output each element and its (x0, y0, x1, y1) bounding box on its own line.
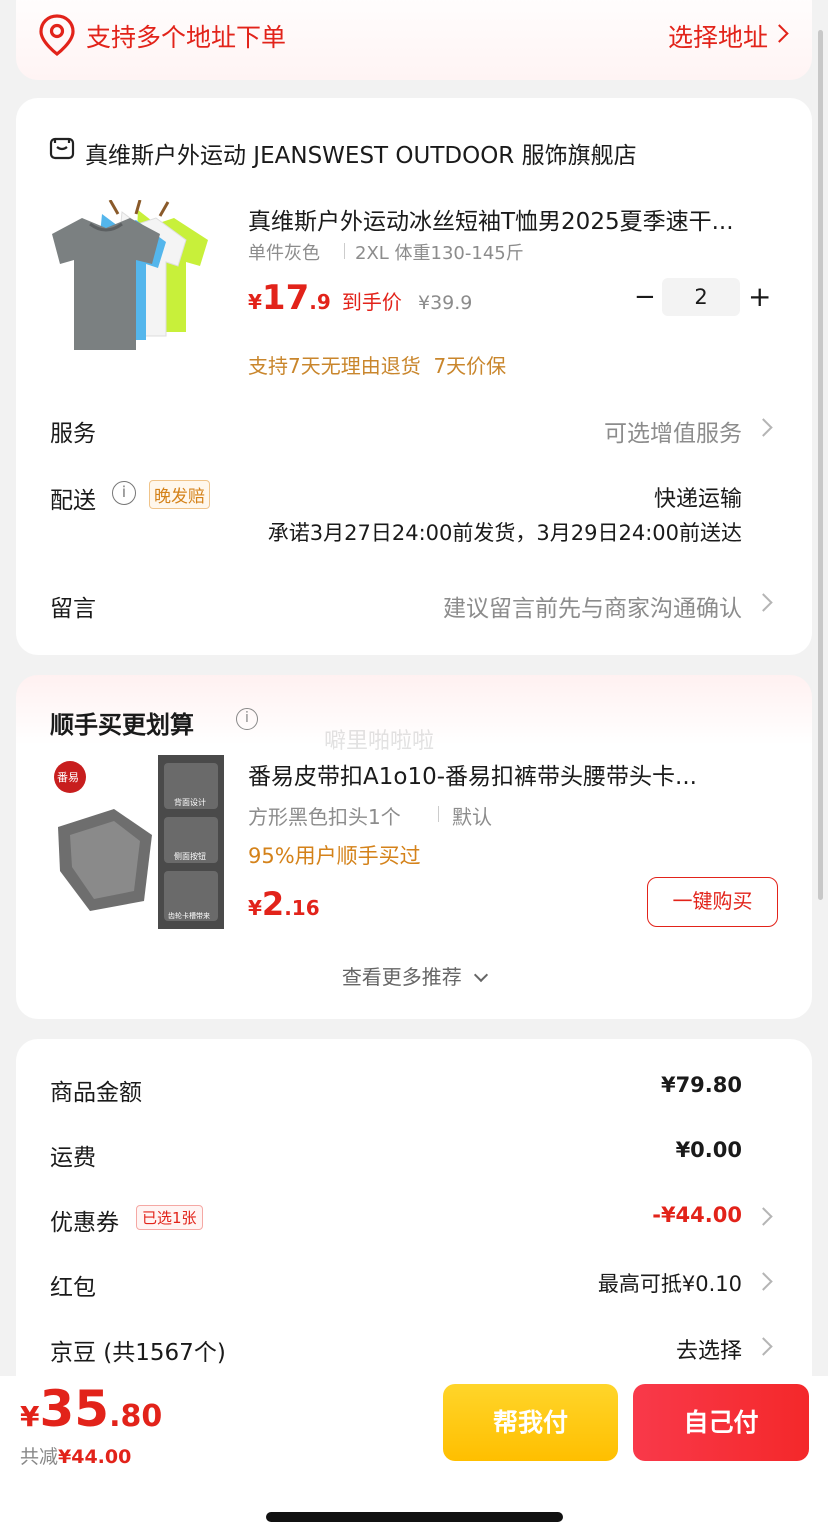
coupon-label: 优惠券 (50, 1210, 119, 1236)
payment-bar: ¥35.80 共减¥44.00 帮我付 自己付 (0, 1376, 828, 1538)
coupon-value[interactable]: -¥44.00 (652, 1203, 742, 1227)
spec-divider (344, 243, 345, 259)
chevron-right-icon (754, 1272, 773, 1291)
home-indicator (266, 1512, 563, 1522)
quantity-minus-button[interactable]: − (634, 282, 656, 312)
spec-divider (438, 806, 439, 822)
chevron-right-icon (754, 593, 773, 612)
delivery-method[interactable]: 快递运输 (654, 481, 742, 513)
info-icon[interactable]: i (112, 481, 136, 505)
product-spec-color: 单件灰色 (248, 243, 320, 264)
info-icon[interactable]: i (236, 708, 258, 730)
delivery-promise: 承诺3月27日24:00前发货，3月29日24:00前送达 (267, 521, 742, 545)
chevron-right-icon (770, 24, 789, 43)
order-card: 真维斯户外运动 JEANSWEST OUTDOOR 服饰旗舰店 真维斯户外运动冰… (16, 98, 812, 655)
see-more-recommendations[interactable]: 查看更多推荐 (16, 961, 812, 990)
chevron-right-icon (754, 1337, 773, 1356)
discount-total: 共减¥44.00 (20, 1446, 132, 1468)
total-price: ¥35.80 (20, 1380, 163, 1438)
addon-spec: 方形黑色扣头1个 (248, 805, 401, 829)
store-name[interactable]: 真维斯户外运动 JEANSWEST OUTDOOR 服饰旗舰店 (85, 136, 637, 170)
redpacket-value[interactable]: 最高可抵¥0.10 (598, 1268, 742, 1298)
product-title[interactable]: 真维斯户外运动冰丝短袖T恤男2025夏季速干... (248, 202, 768, 236)
goods-amount-label: 商品金额 (50, 1080, 142, 1106)
address-bar-label: 支持多个地址下单 (86, 23, 287, 52)
location-pin-icon (38, 14, 76, 60)
jingdou-label: 京豆 (共1567个) (50, 1340, 226, 1366)
addon-title: 顺手买更划算 (50, 711, 194, 739)
goods-amount-value: ¥79.80 (660, 1073, 742, 1097)
quantity-field[interactable]: 2 (662, 278, 740, 316)
shipping-label: 运费 (50, 1145, 96, 1171)
addon-product-title[interactable]: 番易皮带扣A1o10-番易扣裤带头腰带头卡... (248, 757, 768, 791)
price-tag: 到手价 (341, 290, 402, 314)
jingdou-value[interactable]: 去选择 (676, 1333, 742, 1365)
service-label: 服务 (50, 421, 96, 447)
image-label: 背面设计 (174, 798, 206, 807)
address-bar[interactable]: 支持多个地址下单 选择地址 (16, 0, 812, 80)
original-price: ¥39.9 (418, 292, 473, 314)
addon-spec-default: 默认 (452, 805, 492, 829)
guarantee-text[interactable]: 支持7天无理由退货 7天价保 (248, 350, 506, 379)
help-pay-button[interactable]: 帮我付 (443, 1384, 618, 1461)
chevron-down-icon (474, 967, 489, 983)
coupon-badge: 已选1张 (136, 1205, 203, 1230)
addon-card: 顺手买更划算 i 噼里啪啦啦 番易 背面设计 侧面按钮 齿轮卡槽带来 番易皮带扣… (16, 675, 812, 1019)
one-click-buy-button[interactable]: 一键购买 (647, 877, 778, 927)
chevron-right-icon (754, 1207, 773, 1226)
brand-logo: 番易 (57, 771, 79, 784)
self-pay-button[interactable]: 自己付 (633, 1384, 809, 1461)
quantity-plus-button[interactable]: + (748, 280, 771, 313)
delivery-label: 配送 (50, 488, 96, 514)
shipping-value: ¥0.00 (675, 1138, 742, 1162)
service-value[interactable]: 可选增值服务 (604, 414, 742, 448)
scrollbar[interactable] (818, 30, 823, 900)
image-label: 齿轮卡槽带来 (168, 912, 210, 920)
redpacket-label: 红包 (50, 1275, 96, 1301)
product-price: ¥17.9 到手价 (248, 278, 402, 318)
social-proof: 95%用户顺手买过 (248, 844, 421, 868)
product-image[interactable] (50, 200, 226, 372)
select-address-link[interactable]: 选择地址 (668, 18, 768, 54)
product-spec-size: 2XL 体重130-145斤 (355, 243, 524, 264)
late-delivery-badge: 晚发赔 (149, 480, 210, 509)
chevron-right-icon (754, 418, 773, 437)
addon-price: ¥2.16 (248, 885, 320, 923)
message-input[interactable]: 建议留言前先与商家沟通确认 (443, 589, 742, 623)
image-label: 侧面按钮 (174, 852, 206, 861)
addon-product-image[interactable]: 番易 背面设计 侧面按钮 齿轮卡槽带来 (50, 755, 224, 929)
store-icon (49, 136, 75, 166)
watermark: 噼里啪啦啦 (324, 729, 435, 754)
message-label: 留言 (50, 596, 96, 622)
summary-card: 商品金额 ¥79.80 运费 ¥0.00 优惠券 已选1张 -¥44.00 红包… (16, 1039, 812, 1399)
